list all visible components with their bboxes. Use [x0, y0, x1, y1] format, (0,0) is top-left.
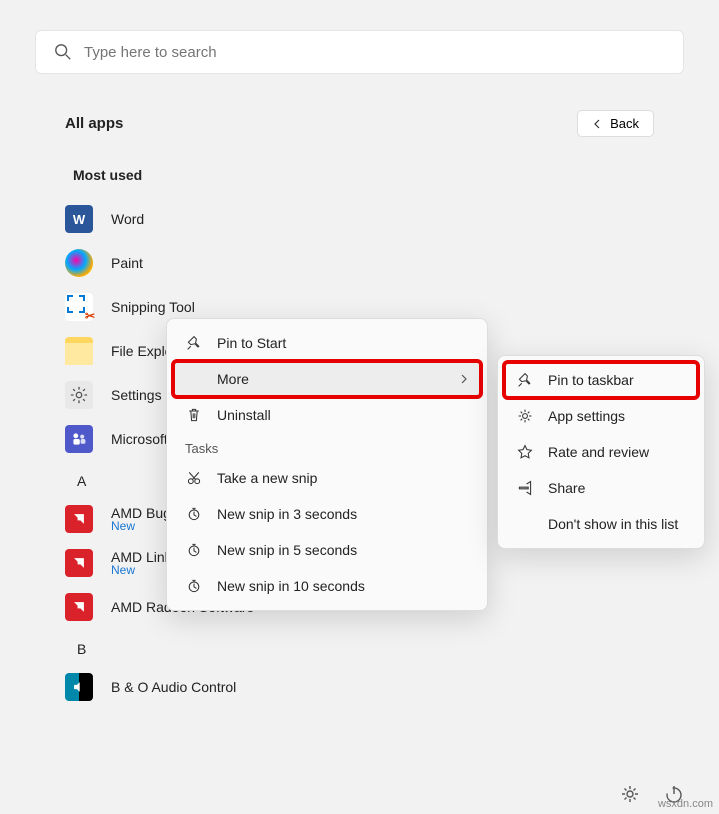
search-icon — [54, 43, 72, 61]
menu-pin-taskbar[interactable]: Pin to taskbar — [504, 362, 698, 398]
menu-label: New snip in 5 seconds — [217, 542, 357, 558]
menu-label: Don't show in this list — [548, 516, 678, 532]
menu-label: Pin to taskbar — [548, 372, 634, 388]
settings-footer-icon[interactable] — [620, 784, 640, 804]
bo-audio-icon — [65, 673, 93, 701]
blank-icon — [516, 515, 534, 533]
chevron-right-icon — [459, 374, 469, 384]
gear-icon — [516, 407, 534, 425]
trash-icon — [185, 406, 203, 424]
menu-label: New snip in 3 seconds — [217, 506, 357, 522]
menu-label: Rate and review — [548, 444, 649, 460]
context-menu-submenu: Pin to taskbar App settings Rate and rev… — [497, 355, 705, 549]
letter-header-b[interactable]: B — [77, 641, 654, 657]
timer-icon — [185, 541, 203, 559]
amd-icon — [65, 593, 93, 621]
menu-label: Share — [548, 480, 585, 496]
app-label: B & O Audio Control — [111, 679, 236, 695]
all-apps-title: All apps — [65, 115, 123, 132]
app-label: Settings — [111, 387, 162, 403]
menu-label: Uninstall — [217, 407, 271, 423]
app-word[interactable]: W Word — [65, 197, 654, 241]
menu-more[interactable]: More — [173, 361, 481, 397]
back-label: Back — [610, 116, 639, 131]
timer-icon — [185, 505, 203, 523]
timer-icon — [185, 577, 203, 595]
menu-label: New snip in 10 seconds — [217, 578, 365, 594]
chevron-left-icon — [592, 119, 602, 129]
app-label: Word — [111, 211, 144, 227]
word-icon: W — [65, 205, 93, 233]
share-icon — [516, 479, 534, 497]
pin-icon — [185, 334, 203, 352]
menu-label: App settings — [548, 408, 625, 424]
menu-snip-3s[interactable]: New snip in 3 seconds — [173, 496, 481, 532]
menu-take-snip[interactable]: Take a new snip — [173, 460, 481, 496]
blank-icon — [185, 370, 203, 388]
menu-uninstall[interactable]: Uninstall — [173, 397, 481, 433]
menu-label: Pin to Start — [217, 335, 286, 351]
settings-icon — [65, 381, 93, 409]
context-menu-primary: Pin to Start More Uninstall Tasks Take a… — [166, 318, 488, 611]
watermark-text: wsxdn.com — [658, 798, 713, 810]
star-icon — [516, 443, 534, 461]
amd-icon — [65, 505, 93, 533]
teams-icon — [65, 425, 93, 453]
search-box[interactable] — [35, 30, 684, 74]
app-bo-audio[interactable]: B & O Audio Control — [65, 665, 654, 709]
file-explorer-icon — [65, 337, 93, 365]
menu-app-settings[interactable]: App settings — [504, 398, 698, 434]
snipping-tool-icon — [65, 293, 93, 321]
back-button[interactable]: Back — [577, 110, 654, 137]
most-used-label: Most used — [73, 167, 654, 183]
new-badge: New — [111, 563, 172, 577]
tasks-header: Tasks — [173, 433, 481, 460]
amd-icon — [65, 549, 93, 577]
app-label: Paint — [111, 255, 143, 271]
app-label: Snipping Tool — [111, 299, 195, 315]
menu-label: Take a new snip — [217, 470, 317, 486]
menu-rate-review[interactable]: Rate and review — [504, 434, 698, 470]
menu-label: More — [217, 371, 249, 387]
menu-snip-10s[interactable]: New snip in 10 seconds — [173, 568, 481, 604]
menu-pin-start[interactable]: Pin to Start — [173, 325, 481, 361]
pin-icon — [516, 371, 534, 389]
app-paint[interactable]: Paint — [65, 241, 654, 285]
paint-icon — [65, 249, 93, 277]
snip-icon — [185, 469, 203, 487]
menu-share[interactable]: Share — [504, 470, 698, 506]
search-input[interactable] — [84, 44, 665, 61]
menu-snip-5s[interactable]: New snip in 5 seconds — [173, 532, 481, 568]
menu-dont-show[interactable]: Don't show in this list — [504, 506, 698, 542]
